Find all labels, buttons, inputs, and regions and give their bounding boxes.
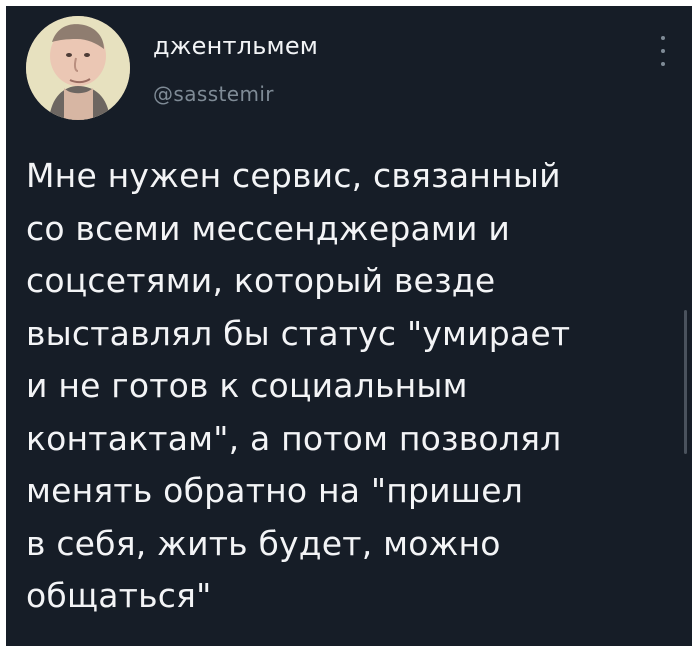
menu-dot — [661, 49, 665, 53]
scrollbar[interactable] — [684, 310, 687, 454]
tweet-header: джентльмем @sasstemir — [26, 16, 692, 126]
avatar[interactable] — [26, 16, 130, 120]
display-name[interactable]: джентльмем — [153, 32, 318, 60]
username[interactable]: @sasstemir — [153, 82, 318, 106]
avatar-illustration — [26, 16, 130, 120]
menu-dot — [661, 36, 665, 40]
user-meta: джентльмем @sasstemir — [153, 32, 318, 106]
more-vertical-icon[interactable] — [658, 36, 668, 66]
menu-dot — [661, 62, 665, 66]
tweet-text: Мне нужен сервис, связанный со всеми мес… — [26, 156, 571, 615]
tweet-card: джентльмем @sasstemir Мне нужен сервис, … — [6, 6, 692, 646]
